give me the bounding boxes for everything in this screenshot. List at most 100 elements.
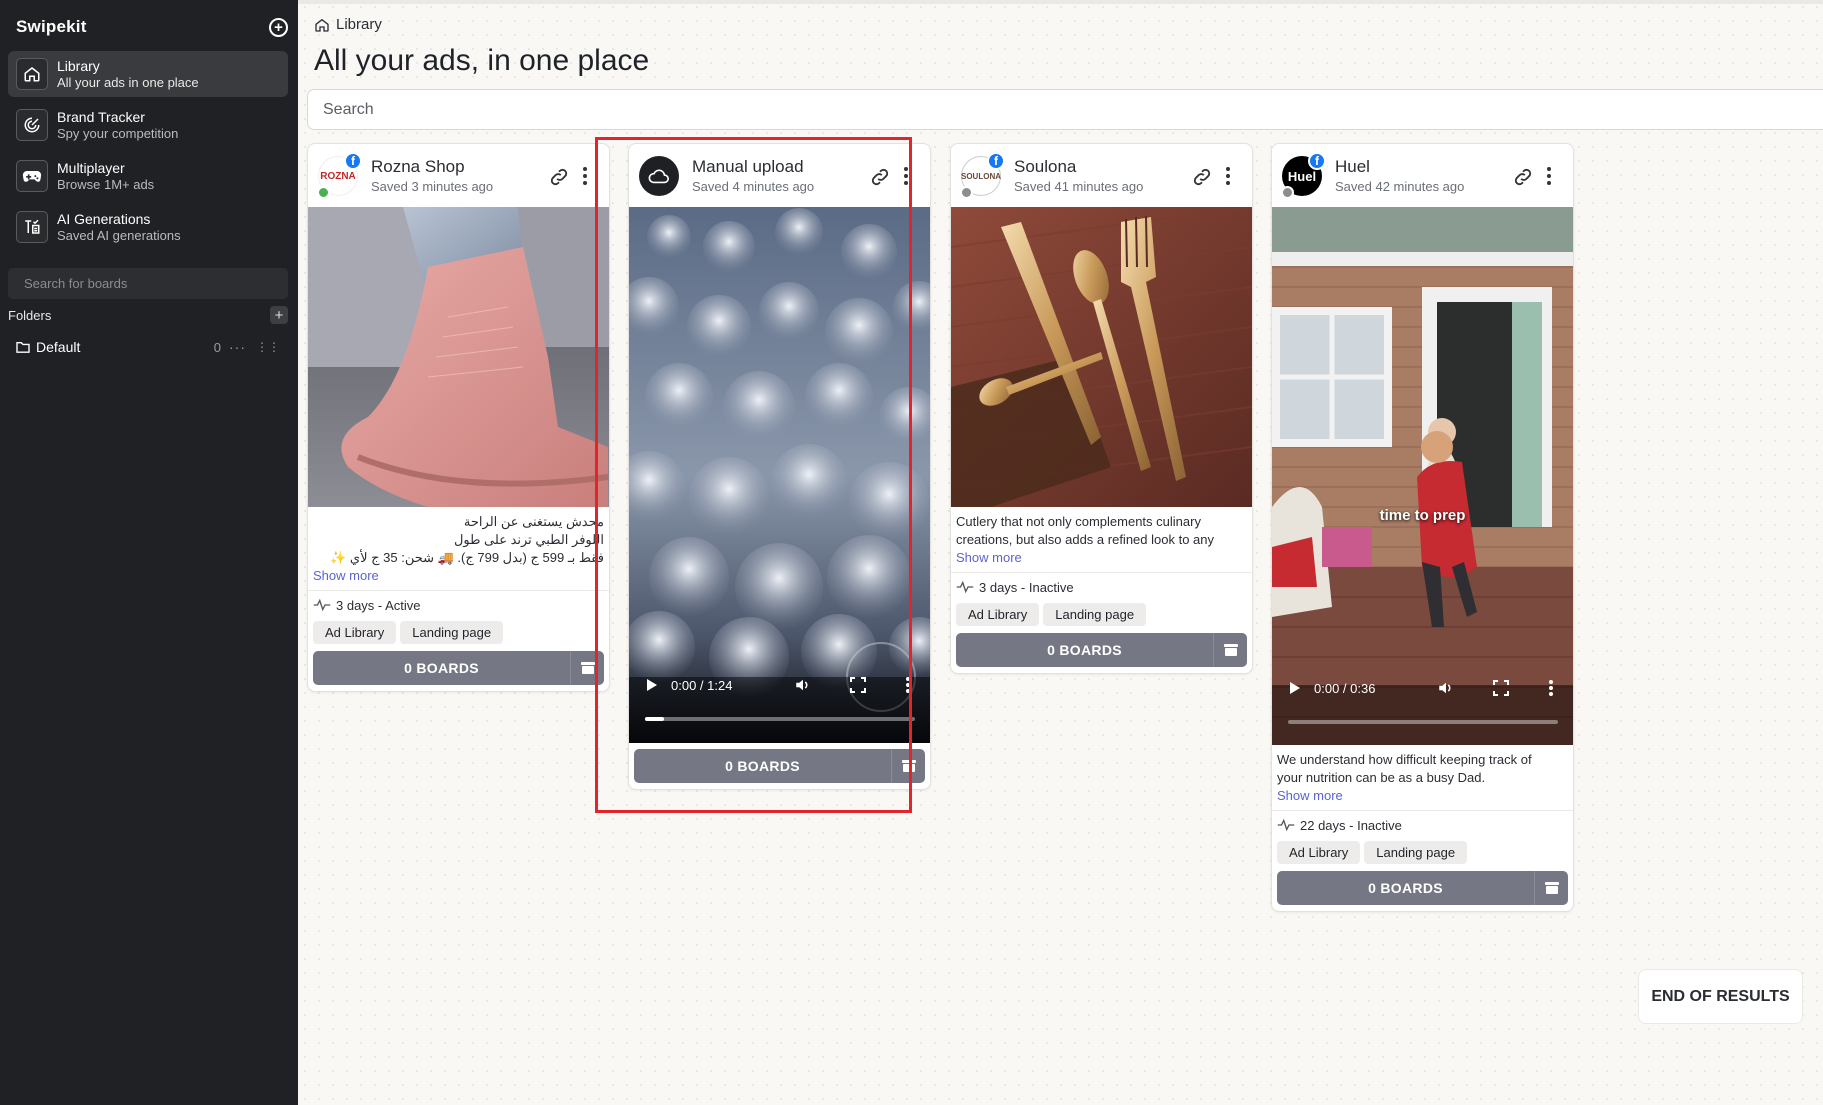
sidebar-item-ai-generations[interactable]: AI Generations Saved AI generations xyxy=(8,204,288,250)
fullscreen-icon[interactable] xyxy=(1493,680,1509,696)
breadcrumb-label[interactable]: Library xyxy=(336,16,382,33)
brand-name[interactable]: Huel xyxy=(1335,157,1370,177)
saved-time: Saved 42 minutes ago xyxy=(1335,179,1465,194)
drag-handle-icon[interactable]: ⋮⋮ xyxy=(256,340,280,354)
add-circle-icon[interactable]: + xyxy=(269,17,288,37)
more-vertical-icon[interactable] xyxy=(1224,164,1232,188)
link-icon[interactable] xyxy=(1512,166,1534,188)
sidebar-item-title: Library xyxy=(57,57,100,74)
boards-button[interactable]: 0 BOARDS xyxy=(1277,871,1568,905)
tag-ad-library[interactable]: Ad Library xyxy=(956,602,1040,626)
ad-caption: محدش يستغنى عن الراحة اللوفر الطبي ترند … xyxy=(308,507,609,567)
cloud-icon xyxy=(648,169,669,184)
tag-landing-page[interactable]: Landing page xyxy=(400,620,504,644)
video-time: 0:00 / 0:36 xyxy=(1314,680,1376,696)
archive-icon[interactable] xyxy=(1534,871,1568,905)
video-overlay-text: time to prep xyxy=(1379,507,1466,524)
ad-image-cutlery[interactable] xyxy=(951,207,1252,507)
fullscreen-icon[interactable] xyxy=(850,677,866,693)
brand-name[interactable]: Rozna Shop xyxy=(371,157,465,177)
video-controls: 0:00 / 0:36 xyxy=(1272,658,1573,718)
tag-landing-page[interactable]: Landing page xyxy=(1043,602,1147,626)
brand-row: Swipekit + xyxy=(16,14,288,40)
link-icon[interactable] xyxy=(548,166,570,188)
more-vertical-icon[interactable] xyxy=(906,677,910,693)
more-vertical-icon[interactable] xyxy=(1549,680,1553,696)
archive-icon[interactable] xyxy=(1213,633,1247,667)
tag-ad-library[interactable]: Ad Library xyxy=(1277,840,1361,864)
saved-time: Saved 3 minutes ago xyxy=(371,179,494,194)
boards-button[interactable]: 0 BOARDS xyxy=(313,651,604,685)
tag-list: Ad Library Landing page xyxy=(1272,839,1573,865)
ad-caption: We understand how difficult keeping trac… xyxy=(1272,745,1573,787)
ad-card-rozna-shop[interactable]: ROZNA f Rozna Shop Saved 3 minutes ago م… xyxy=(307,143,610,692)
play-icon[interactable] xyxy=(647,679,657,691)
boards-label: 0 BOARDS xyxy=(1047,642,1122,658)
sidebar-item-multiplayer[interactable]: Multiplayer Browse 1M+ ads xyxy=(8,153,288,199)
folder-icon xyxy=(16,342,30,353)
volume-icon[interactable] xyxy=(794,676,812,694)
ad-metric: 3 days - Inactive xyxy=(951,573,1252,601)
caption-line: creations, but also adds a refined look … xyxy=(956,532,1214,547)
more-vertical-icon[interactable] xyxy=(581,164,589,188)
activity-icon xyxy=(1277,818,1295,832)
ad-caption: Cutlery that not only complements culina… xyxy=(951,507,1252,549)
metric-text: 22 days - Inactive xyxy=(1300,817,1402,833)
boards-button[interactable]: 0 BOARDS xyxy=(956,633,1247,667)
link-icon[interactable] xyxy=(869,166,891,188)
ad-card-huel[interactable]: Huel f Huel Saved 42 minutes ago time to… xyxy=(1271,143,1574,912)
status-dot-inactive xyxy=(960,186,973,199)
ad-card-soulona[interactable]: SOULONA f Soulona Saved 41 minutes ago C… xyxy=(950,143,1253,674)
more-vertical-icon[interactable] xyxy=(902,164,910,188)
show-more-link[interactable]: Show more xyxy=(308,567,609,585)
breadcrumb: Library xyxy=(314,16,382,33)
ad-video-clouds[interactable]: 0:00 / 1:24 xyxy=(629,207,930,743)
facebook-icon: f xyxy=(1308,152,1326,170)
show-more-link[interactable]: Show more xyxy=(951,549,1252,567)
video-progress[interactable] xyxy=(1288,720,1558,724)
sidebar-item-subtitle: Saved AI generations xyxy=(57,227,181,243)
add-folder-button[interactable]: + xyxy=(270,306,288,324)
ad-metric: 22 days - Inactive xyxy=(1272,811,1573,839)
home-icon xyxy=(16,58,48,90)
ad-image-shoe[interactable] xyxy=(308,207,609,507)
caption-line: اللوفر الطبي ترند على طول xyxy=(453,532,604,547)
sidebar-item-brand-tracker[interactable]: Brand Tracker Spy your competition xyxy=(8,102,288,148)
card-header: SOULONA f Soulona Saved 41 minutes ago xyxy=(951,144,1252,207)
ad-video-huel[interactable]: time to prep 0:00 / 0:36 xyxy=(1272,207,1573,745)
tag-landing-page[interactable]: Landing page xyxy=(1364,840,1468,864)
video-progress[interactable] xyxy=(645,717,915,721)
saved-time: Saved 4 minutes ago xyxy=(692,179,815,194)
card-header: ROZNA f Rozna Shop Saved 3 minutes ago xyxy=(308,144,609,207)
card-header: Huel f Huel Saved 42 minutes ago xyxy=(1272,144,1573,207)
top-border xyxy=(298,0,1823,4)
target-icon xyxy=(16,109,48,141)
ad-card-manual-upload[interactable]: Manual upload Saved 4 minutes ago 0:00 /… xyxy=(628,143,931,790)
activity-icon xyxy=(313,598,331,612)
brand-name[interactable]: Manual upload xyxy=(692,157,804,177)
play-icon[interactable] xyxy=(1290,682,1300,694)
video-progress-fill xyxy=(645,717,664,721)
more-vertical-icon[interactable] xyxy=(1545,164,1553,188)
show-more-link[interactable]: Show more xyxy=(1272,787,1573,805)
avatar xyxy=(639,156,679,196)
more-horizontal-icon[interactable]: ··· xyxy=(229,339,246,355)
archive-icon[interactable] xyxy=(891,749,925,783)
metric-text: 3 days - Active xyxy=(336,597,421,613)
archive-icon[interactable] xyxy=(570,651,604,685)
brand-name[interactable]: Soulona xyxy=(1014,157,1076,177)
boards-button[interactable]: 0 BOARDS xyxy=(634,749,925,783)
tag-ad-library[interactable]: Ad Library xyxy=(313,620,397,644)
video-time: 0:00 / 1:24 xyxy=(671,677,733,693)
ai-text-icon xyxy=(16,211,48,243)
search-input[interactable] xyxy=(307,89,1823,130)
status-dot-active xyxy=(317,186,330,199)
boards-label: 0 BOARDS xyxy=(725,758,800,774)
link-icon[interactable] xyxy=(1191,166,1213,188)
caption-line: Cutlery that not only complements culina… xyxy=(956,514,1201,529)
sidebar-item-library[interactable]: Library All your ads in one place xyxy=(8,51,288,97)
volume-icon[interactable] xyxy=(1437,679,1455,697)
facebook-icon: f xyxy=(344,152,362,170)
board-search-input[interactable] xyxy=(8,268,288,299)
folder-item-default[interactable]: Default 0 ··· ⋮⋮ xyxy=(16,337,280,357)
